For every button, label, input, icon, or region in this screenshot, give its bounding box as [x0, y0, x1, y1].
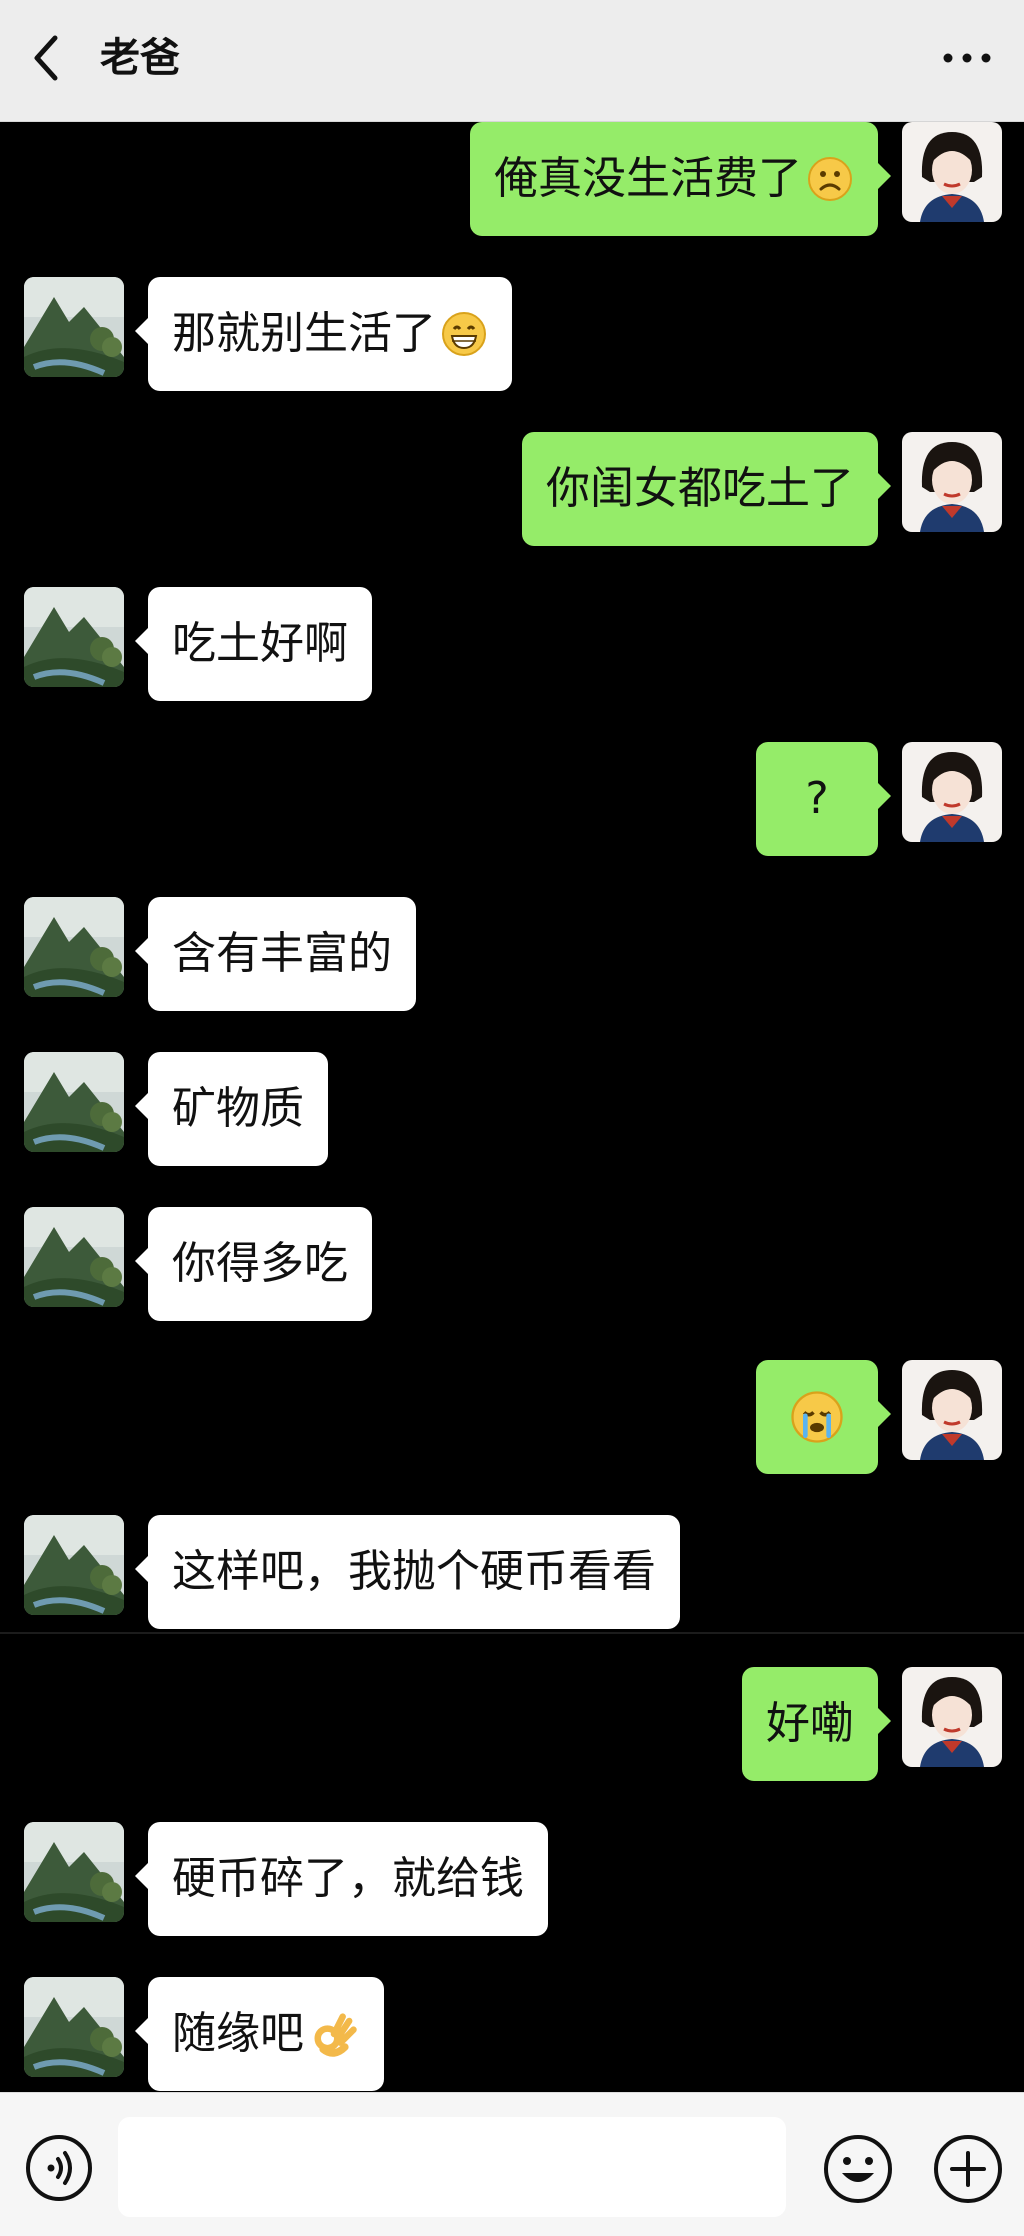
message-bubble[interactable]: 你得多吃: [135, 1207, 372, 1321]
message-bubble[interactable]: ?: [756, 742, 891, 856]
message-row: 随缘吧: [0, 1977, 1024, 2097]
my-avatar[interactable]: [902, 122, 1002, 222]
dad-avatar[interactable]: [24, 587, 124, 687]
chat-title: 老爸: [100, 35, 180, 81]
voice-button[interactable]: [24, 2133, 94, 2203]
message-text: 好嘞: [766, 1698, 854, 1749]
dad-avatar[interactable]: [24, 1515, 124, 1615]
message-row: 含有丰富的: [0, 897, 1024, 1017]
message-row: 你闺女都吃土了: [0, 432, 1024, 552]
message-row: 硬币碎了，就给钱: [0, 1822, 1024, 1942]
message-row: ?: [0, 742, 1024, 862]
my-avatar[interactable]: [902, 1667, 1002, 1767]
dad-avatar[interactable]: [24, 1822, 124, 1922]
dad-avatar[interactable]: [24, 1052, 124, 1152]
message-input[interactable]: [118, 2117, 786, 2217]
back-button[interactable]: [22, 30, 70, 86]
message-bubble[interactable]: 你闺女都吃土了: [522, 432, 891, 546]
my-avatar[interactable]: [902, 432, 1002, 532]
message-text: 俺真没生活费了: [494, 153, 802, 204]
message-text: 那就别生活了: [172, 308, 436, 359]
slightly-frowning-face-icon: [808, 157, 852, 201]
message-bubble[interactable]: 硬币碎了，就给钱: [135, 1822, 548, 1936]
message-bubble[interactable]: 俺真没生活费了: [470, 122, 891, 236]
message-bubble[interactable]: 好嘞: [742, 1667, 891, 1781]
divider: [0, 1632, 1024, 1634]
message-text: ?: [805, 773, 829, 824]
message-bubble[interactable]: 吃土好啊: [135, 587, 372, 701]
message-bubble[interactable]: 矿物质: [135, 1052, 328, 1166]
more-dots-icon: [943, 53, 991, 63]
message-text: 你闺女都吃土了: [546, 463, 854, 514]
message-row: 吃土好啊: [0, 587, 1024, 707]
crying-face-icon: [791, 1391, 843, 1443]
message-bubble[interactable]: 随缘吧: [135, 1977, 384, 2091]
message-row: [0, 1360, 1024, 1480]
message-text: 矿物质: [172, 1083, 304, 1134]
message-text: 吃土好啊: [172, 618, 348, 669]
message-text: 含有丰富的: [172, 928, 392, 979]
message-bubble[interactable]: [756, 1360, 891, 1474]
emoji-face-icon: [824, 2135, 892, 2203]
dad-avatar[interactable]: [24, 897, 124, 997]
message-bubble[interactable]: 那就别生活了: [135, 277, 512, 391]
my-avatar[interactable]: [902, 1360, 1002, 1460]
message-bubble[interactable]: 含有丰富的: [135, 897, 416, 1011]
message-row: 这样吧，我抛个硬币看看: [0, 1515, 1024, 1635]
ok-hand-icon: [314, 2013, 357, 2057]
message-row: 好嘞: [0, 1667, 1024, 1787]
message-row: 那就别生活了: [0, 277, 1024, 397]
plus-button[interactable]: [932, 2133, 1004, 2205]
message-row: 矿物质: [0, 1052, 1024, 1172]
chevron-left-icon: [34, 35, 58, 81]
more-button[interactable]: [932, 30, 1002, 86]
plus-circle-icon: [934, 2135, 1002, 2203]
chat-header: 老爸: [0, 0, 1024, 122]
message-text: 这样吧，我抛个硬币看看: [172, 1546, 656, 1597]
my-avatar[interactable]: [902, 742, 1002, 842]
input-bar: [0, 2092, 1024, 2236]
message-bubble[interactable]: 这样吧，我抛个硬币看看: [135, 1515, 680, 1629]
dad-avatar[interactable]: [24, 1207, 124, 1307]
dad-avatar[interactable]: [24, 1977, 124, 2077]
message-text: 你得多吃: [172, 1238, 348, 1289]
message-row: 俺真没生活费了: [0, 122, 1024, 242]
grinning-face-icon: [442, 312, 486, 356]
dad-avatar[interactable]: [24, 277, 124, 377]
message-text: 随缘吧: [172, 2008, 304, 2059]
message-list[interactable]: 俺真没生活费了 那就别生活了 你闺女都吃土了 吃土好啊 ? 含有丰富的 矿物质 …: [0, 122, 1024, 2092]
emoji-button[interactable]: [822, 2133, 894, 2205]
message-row: 你得多吃: [0, 1207, 1024, 1327]
voice-icon: [26, 2135, 92, 2201]
message-text: 硬币碎了，就给钱: [172, 1853, 524, 1904]
